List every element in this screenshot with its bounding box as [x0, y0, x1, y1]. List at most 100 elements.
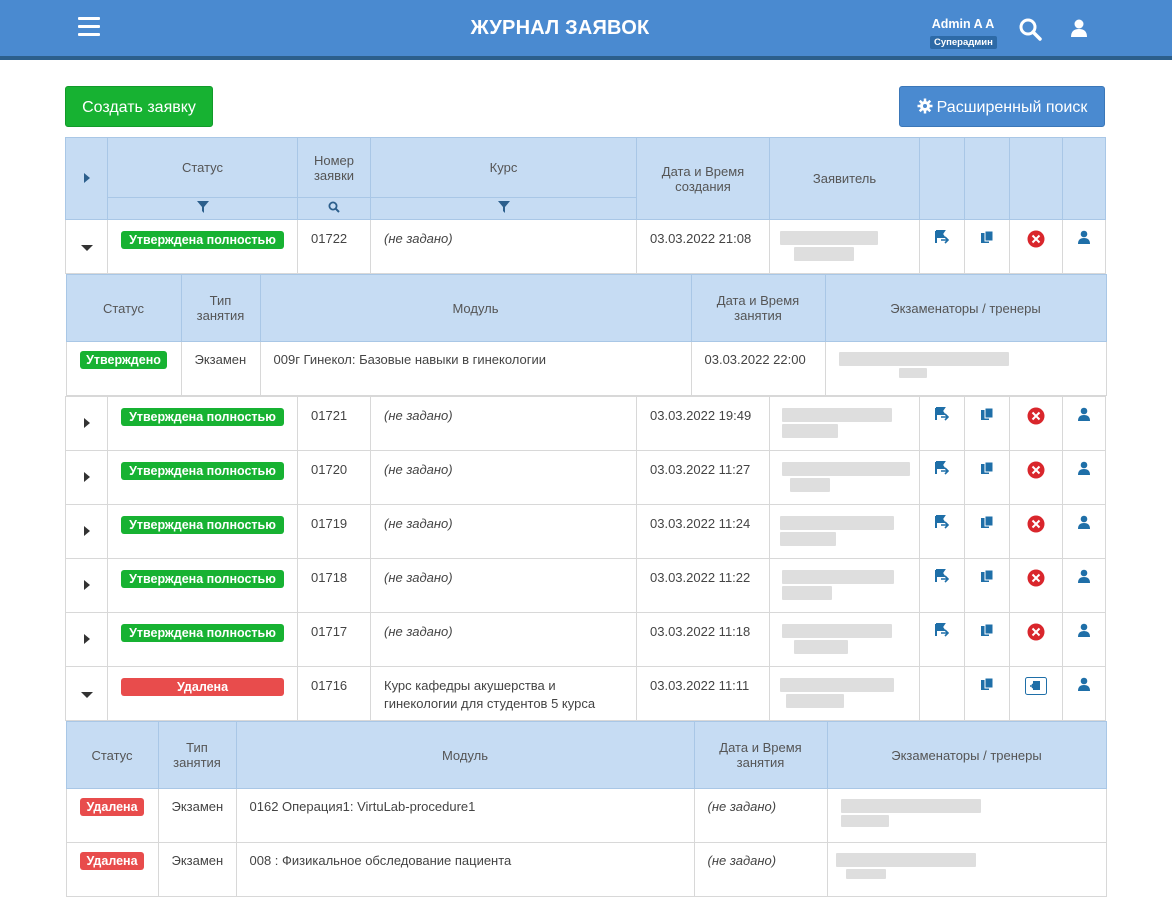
expand-toggle[interactable]: [65, 396, 108, 451]
copy-icon[interactable]: [980, 461, 994, 475]
created-datetime: 03.03.2022 11:22: [636, 558, 770, 613]
advanced-search-label: Расширенный поиск: [936, 99, 1088, 116]
sub-module: 009г Гинекол: Базовые навыки в гинеколог…: [259, 341, 692, 396]
search-icon[interactable]: [1018, 17, 1042, 41]
created-datetime: 03.03.2022 21:08: [636, 219, 770, 274]
request-number: 01717: [297, 612, 371, 667]
send-icon[interactable]: [935, 623, 949, 637]
copy-icon[interactable]: [980, 623, 994, 637]
copy-icon[interactable]: [980, 569, 994, 583]
course-name: (не задано): [370, 396, 637, 451]
cancel-icon[interactable]: [1027, 515, 1045, 533]
sub-type: Экзамен: [180, 341, 261, 396]
copy-icon[interactable]: [980, 677, 994, 691]
number-search[interactable]: [297, 197, 371, 220]
subtable-01716: Статус Тип занятия Модуль Дата и Время з…: [65, 721, 1107, 897]
applicant-redacted: [769, 612, 920, 667]
restore-icon[interactable]: [1025, 677, 1047, 695]
created-datetime: 03.03.2022 11:27: [636, 450, 770, 505]
user-info[interactable]: Admin A A Суперадмин: [930, 16, 997, 50]
course-name: (не задано): [370, 504, 637, 559]
person-icon[interactable]: [1078, 515, 1090, 529]
created-datetime: 03.03.2022 11:11: [636, 666, 770, 721]
sub-col-examiners: Экзаменаторы / тренеры: [826, 721, 1107, 789]
send-icon[interactable]: [935, 569, 949, 583]
top-bar: ЖУРНАЛ ЗАЯВОК Admin A A Суперадмин: [0, 0, 1172, 60]
sub-col-type: Тип занятия: [157, 721, 237, 789]
collapse-toggle[interactable]: [65, 666, 108, 721]
sub-datetime: 03.03.2022 22:00: [690, 341, 826, 396]
created-datetime: 03.03.2022 11:24: [636, 504, 770, 559]
table-row[interactable]: Утверждена полностью 01721 (не задано) 0…: [65, 396, 1106, 451]
status-badge: Утверждена полностью: [121, 231, 284, 249]
copy-icon[interactable]: [980, 407, 994, 421]
send-icon[interactable]: [935, 230, 949, 244]
send-icon[interactable]: [935, 407, 949, 421]
col-number: Номер заявки: [297, 137, 371, 198]
table-row[interactable]: Утверждена полностью 01720 (не задано) 0…: [65, 450, 1106, 505]
examiners-redacted: [824, 341, 1107, 396]
applicant-redacted: [769, 396, 920, 451]
subtable-01722: Статус Тип занятия Модуль Дата и Время з…: [65, 274, 1107, 396]
status-badge: Удалена: [121, 678, 284, 696]
filter-icon: [497, 201, 510, 213]
table-row[interactable]: Утверждена полностью 01717 (не задано) 0…: [65, 612, 1106, 667]
table-row[interactable]: Утверждена полностью 01722 (не задано) 0…: [65, 219, 1106, 274]
send-icon[interactable]: [935, 461, 949, 475]
person-icon[interactable]: [1078, 623, 1090, 637]
sub-row: Удалена Экзамен 008 : Физикальное обслед…: [65, 842, 1107, 897]
user-name: Admin A A: [931, 17, 995, 31]
sub-status-badge: Удалена: [80, 798, 144, 816]
expand-all-toggle[interactable]: [65, 137, 108, 220]
table-row[interactable]: Удалена 01716 Курс кафедры акушерства и …: [65, 666, 1106, 721]
create-request-button[interactable]: Создать заявку: [65, 86, 213, 127]
expand-toggle[interactable]: [65, 504, 108, 559]
status-filter[interactable]: [107, 197, 298, 220]
advanced-search-button[interactable]: Расширенный поиск: [899, 86, 1105, 127]
request-number: 01716: [297, 666, 371, 721]
course-filter[interactable]: [370, 197, 637, 220]
sub-col-module: Модуль: [259, 274, 692, 342]
person-icon[interactable]: [1078, 407, 1090, 421]
applicant-redacted: [769, 450, 920, 505]
sub-module: 008 : Физикальное обследование пациента: [235, 842, 695, 897]
collapse-toggle[interactable]: [65, 219, 108, 274]
cancel-icon[interactable]: [1027, 407, 1045, 425]
expand-toggle[interactable]: [65, 558, 108, 613]
cancel-icon[interactable]: [1027, 569, 1045, 587]
cancel-icon[interactable]: [1027, 461, 1045, 479]
sub-col-module: Модуль: [235, 721, 695, 789]
table-row[interactable]: Утверждена полностью 01719 (не задано) 0…: [65, 504, 1106, 559]
applicant-redacted: [769, 558, 920, 613]
cancel-icon[interactable]: [1027, 623, 1045, 641]
request-number: 01721: [297, 396, 371, 451]
sub-row: Удалена Экзамен 0162 Операция1: VirtuLab…: [65, 788, 1107, 843]
sub-module: 0162 Операция1: VirtuLab-procedure1: [235, 788, 695, 843]
sub-col-status: Статус: [65, 721, 159, 789]
request-number: 01722: [297, 219, 371, 274]
status-badge: Утверждена полностью: [121, 624, 284, 642]
sub-type: Экзамен: [157, 788, 237, 843]
created-datetime: 03.03.2022 19:49: [636, 396, 770, 451]
sub-col-status: Статус: [65, 274, 182, 342]
person-icon[interactable]: [1078, 569, 1090, 583]
gear-icon: [917, 98, 933, 114]
col-applicant: Заявитель: [769, 137, 920, 220]
sub-status-badge: Удалена: [80, 852, 144, 870]
expand-toggle[interactable]: [65, 612, 108, 667]
sub-col-datetime: Дата и Время занятия: [693, 721, 828, 789]
examiners-redacted: [826, 842, 1107, 897]
copy-icon[interactable]: [980, 230, 994, 244]
person-icon[interactable]: [1078, 677, 1090, 691]
person-icon[interactable]: [1078, 461, 1090, 475]
send-icon[interactable]: [935, 515, 949, 529]
table-row[interactable]: Утверждена полностью 01718 (не задано) 0…: [65, 558, 1106, 613]
copy-icon[interactable]: [980, 515, 994, 529]
examiners-redacted: [826, 788, 1107, 843]
user-icon[interactable]: [1070, 18, 1088, 38]
cancel-icon[interactable]: [1027, 230, 1045, 248]
expand-toggle[interactable]: [65, 450, 108, 505]
person-icon[interactable]: [1078, 230, 1090, 244]
applicant-redacted: [769, 219, 920, 274]
course-name: (не задано): [370, 450, 637, 505]
